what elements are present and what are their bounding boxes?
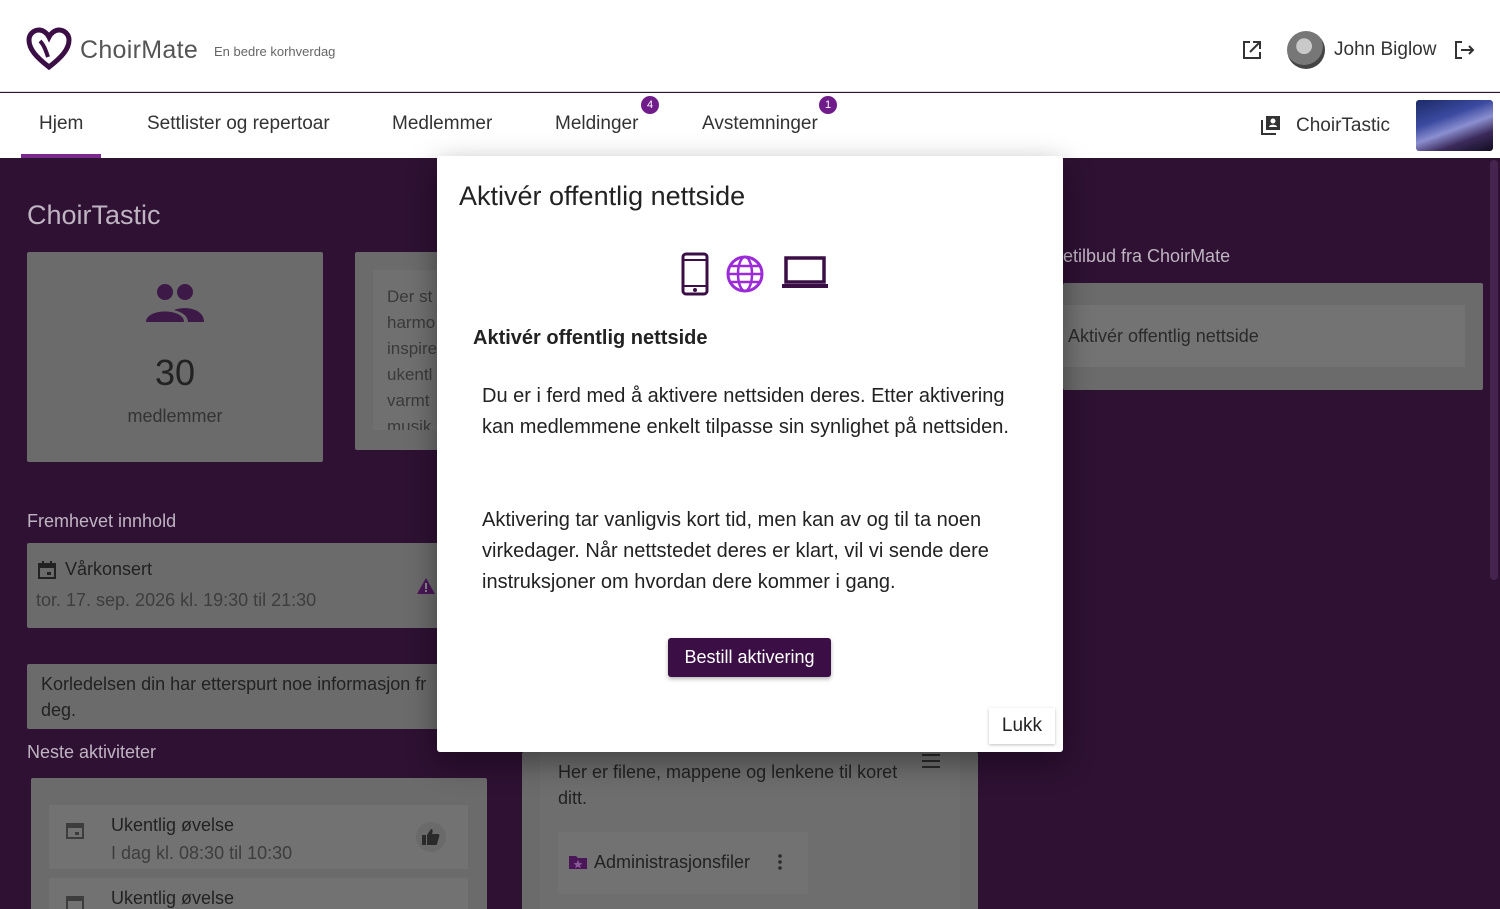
people-icon (146, 284, 204, 322)
featured-event-card[interactable] (27, 543, 447, 628)
calendar-icon (66, 823, 84, 839)
logout-icon[interactable] (1452, 38, 1476, 62)
active-tab-indicator (21, 154, 101, 158)
description-line: Der st (387, 287, 433, 306)
description-line: varmt (387, 391, 430, 410)
tagline: En bedre korhverdag (214, 44, 336, 59)
info-notice-text: Korledelsen din har etterspurt noe infor… (41, 674, 427, 694)
info-notice-text-cont: deg. (41, 700, 77, 720)
starred-folder-icon (569, 856, 587, 869)
tab-settlister[interactable]: Settlister og repertoar (147, 113, 330, 135)
choir-switcher[interactable]: ChoirTastic (1296, 115, 1390, 137)
top-header: ChoirMate En bedre korhverdag John Biglo… (0, 0, 1500, 92)
featured-heading: Fremhevet innhold (27, 511, 177, 531)
dialog-title: Aktivér offentlig nettside (459, 181, 746, 211)
avatar[interactable] (1287, 31, 1325, 69)
activity-time: I dag kl. 08:30 til 10:30 (111, 843, 293, 863)
activate-website-dialog: Aktivér offentlig nettside Aktivér offen… (437, 156, 1063, 752)
globe-icon (726, 255, 764, 293)
offer-item-label[interactable]: Aktivér offentlig nettside (1068, 326, 1259, 347)
files-description-cont: ditt. (558, 788, 588, 808)
laptop-icon (782, 256, 828, 288)
members-count: 30 (154, 352, 196, 393)
description-line: inspire (387, 339, 438, 358)
user-name[interactable]: John Biglow (1334, 39, 1436, 61)
scrollbar[interactable] (1490, 160, 1498, 580)
files-description: Her er filene, mappene og lenkene til ko… (558, 762, 898, 782)
description-line: harmo (387, 313, 436, 332)
activity-title[interactable]: Ukentlig øvelse (111, 815, 234, 836)
thumbs-up-icon[interactable] (421, 827, 441, 847)
folder-name[interactable]: Administrasjonsfiler (594, 852, 750, 873)
external-link-icon[interactable] (1241, 39, 1263, 61)
phone-icon (681, 252, 709, 296)
featured-event-time: tor. 17. sep. 2026 kl. 19:30 til 21:30 (36, 590, 317, 610)
dialog-subtitle: Aktivér offentlig nettside (473, 327, 708, 349)
next-activities-heading: Neste aktiviteter (27, 742, 157, 762)
tab-medlemmer[interactable]: Medlemmer (392, 113, 492, 135)
page-title: ChoirTastic (27, 200, 161, 230)
more-vert-icon[interactable] (770, 852, 790, 872)
close-button[interactable]: Lukk (989, 708, 1055, 744)
warning-icon (417, 578, 435, 594)
main-navigation: Hjem Settlister og repertoar Medlemmer M… (0, 93, 1500, 158)
choir-library-icon[interactable] (1260, 114, 1282, 136)
calendar-icon (66, 896, 84, 909)
description-line: musik (387, 417, 432, 430)
activity-title[interactable]: Ukentlig øvelse (111, 888, 234, 909)
menu-icon[interactable] (921, 751, 941, 771)
choir-image[interactable] (1416, 100, 1493, 151)
offers-heading: etilbud fra ChoirMate (1063, 246, 1231, 266)
calendar-icon (38, 561, 56, 579)
tab-hjem[interactable]: Hjem (39, 113, 83, 135)
device-icons (437, 252, 1063, 296)
heart-logo-icon[interactable] (26, 27, 72, 71)
tab-avstemninger[interactable]: Avstemninger (702, 113, 818, 135)
logo-text[interactable]: ChoirMate (80, 36, 198, 65)
description-line: ukentl (387, 365, 433, 384)
order-activation-button[interactable]: Bestill aktivering (668, 638, 831, 677)
tab-meldinger[interactable]: Meldinger (555, 113, 638, 135)
dialog-paragraph-1: Du er i ferd med å aktivere nettsiden de… (482, 385, 1009, 438)
meldinger-badge: 4 (641, 96, 659, 114)
members-label: medlemmer (127, 406, 223, 426)
avstemninger-badge: 1 (819, 96, 837, 114)
dialog-paragraph-2: Aktivering tar vanligvis kort tid, men k… (482, 509, 989, 593)
featured-event-title[interactable]: Vårkonsert (65, 559, 152, 580)
